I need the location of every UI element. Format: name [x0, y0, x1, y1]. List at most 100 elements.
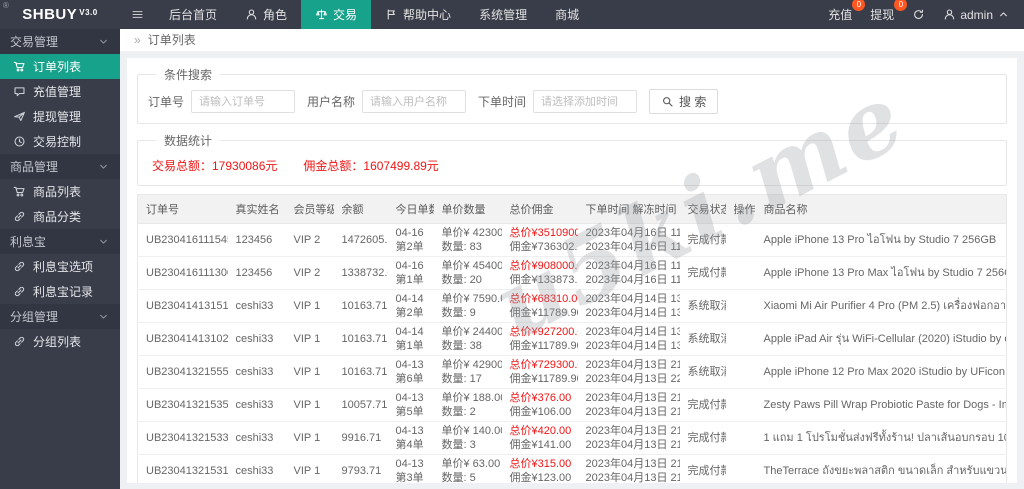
withdraw-link[interactable]: 提现 0 [870, 0, 908, 23]
total-commission-cell: 总价¥3510900.00佣金¥736302.62 [509, 227, 578, 253]
table-row: UB2304132155575248 ceshi33 VIP 1 10163.7… [137, 355, 1007, 389]
sidebar-group[interactable]: 交易管理 [0, 29, 120, 54]
sidebar-item[interactable]: 利息宝记录 [0, 279, 120, 304]
withdraw-label: 提现 [870, 8, 895, 22]
search-button[interactable]: 搜 索 [649, 89, 719, 114]
real-name-cell: 123456 [227, 256, 286, 290]
link-icon [13, 285, 26, 298]
status-cell: 完成付款 [679, 454, 726, 483]
unit-qty-cell: 单价¥ 42300.00数量: 83 [441, 227, 502, 253]
top-right-actions: 充值 0 提现 0 admin [828, 0, 1024, 29]
orders-table: 订单号 真实姓名 会员等级 余额 今日单数 单价数量 总价佣金 下单时间 解冻时… [137, 194, 1007, 483]
product-cell: Apple iPhone 13 Pro Max ไอโฟน by Studio … [755, 256, 1007, 290]
sidebar-item-label: 分组列表 [33, 335, 82, 349]
username-input[interactable] [362, 90, 467, 113]
times-cell: 2023年04月14日 13:15:162023年04月14日 13:17:05 [577, 289, 680, 323]
refresh-icon[interactable] [912, 8, 925, 21]
chevron-up-icon [997, 8, 1010, 21]
today-orders-cell: 04-14 第1单 [387, 322, 434, 356]
today-orders-cell: 04-13 第5单 [387, 388, 434, 422]
comment-icon [13, 85, 26, 98]
orders-table-header: 订单号 真实姓名 会员等级 余额 今日单数 单价数量 总价佣金 下单时间 解冻时… [137, 194, 1007, 224]
balance-cell: 9916.71 [333, 421, 388, 455]
top-nav-item-label: 系统管理 [479, 8, 528, 22]
unit-qty-cell: 单价¥ 140.00 数量: 3 [433, 421, 502, 455]
col-times: 下单时间 解冻时间 [577, 194, 680, 224]
order-no-input[interactable] [191, 90, 296, 113]
sidebar-group[interactable]: 利息宝 [0, 229, 120, 254]
top-nav-item-label: 交易 [333, 8, 358, 22]
hamburger-menu-icon[interactable] [120, 0, 155, 29]
user-icon [245, 8, 258, 21]
action-cell [725, 289, 756, 323]
level-cell: VIP 1 [285, 421, 334, 455]
action-cell [725, 256, 756, 290]
sidebar-item[interactable]: 交易控制 [0, 129, 120, 154]
sidebar-item[interactable]: 商品分类 [0, 204, 120, 229]
level-cell: VIP 1 [285, 322, 334, 356]
status-cell: 系统取消 [679, 289, 726, 323]
user-icon [943, 8, 956, 21]
username: admin [960, 7, 993, 22]
user-menu[interactable]: admin [943, 8, 1010, 22]
order-no-cell: UB2304161115454263 [146, 234, 228, 246]
top-nav-item[interactable]: 后台首页 [155, 0, 231, 29]
sidebar-item-label: 利息宝选项 [33, 260, 94, 274]
sidebar-item[interactable]: 提现管理 [0, 104, 120, 129]
breadcrumb: » 订单列表 [120, 29, 1024, 52]
times-cell: 2023年04月13日 21:53:552023年04月13日 21:54:59 [577, 388, 680, 422]
balance-cell: 10163.71 [333, 355, 388, 389]
unit-qty-cell: 单价¥ 45400.00数量: 20 [433, 256, 502, 290]
sidebar-item[interactable]: 充值管理 [0, 79, 120, 104]
product-cell: Apple iPhone 13 Pro ไอโฟน by Studio 7 25… [763, 234, 997, 246]
main-area: » 订单列表 条件搜索 订单号 用户名称 下单时间 [120, 29, 1024, 489]
scales-icon [315, 8, 328, 21]
table-row: UB2304132153198013 ceshi33 VIP 1 9793.71… [137, 454, 1007, 483]
table-row: UB2304161113004903 123456 VIP 2 1338732.… [137, 256, 1007, 290]
order-no-cell: UB2304132155575248 [137, 355, 228, 389]
col-level: 会员等级 [285, 194, 334, 224]
top-nav-item[interactable]: 系统管理 [465, 0, 541, 29]
real-name-cell: 123456 [235, 234, 273, 246]
top-nav-item[interactable]: 商城 [541, 0, 593, 29]
total-commission-cell: 总价¥376.00 佣金¥106.00 [501, 388, 578, 422]
today-orders-cell: 04-16 第1单 [387, 256, 434, 290]
search-icon [661, 95, 674, 108]
order-time-input[interactable] [533, 90, 638, 113]
trade-total: 交易总额：17930086元 [152, 159, 278, 173]
sidebar-group[interactable]: 商品管理 [0, 154, 120, 179]
breadcrumb-label: 订单列表 [147, 33, 196, 47]
username-label: 用户名称 [307, 95, 356, 109]
order-no-cell: UB2304141310225293 [137, 322, 228, 356]
stats-panel: 数据统计 交易总额：17930086元 佣金总额：1607499.89元 [137, 132, 1007, 186]
top-nav-item[interactable]: 帮助中心 [371, 0, 465, 29]
sidebar-item[interactable]: 分组列表 [0, 329, 120, 354]
sidebar-group-label: 交易管理 [10, 35, 59, 49]
search-panel: 条件搜索 订单号 用户名称 下单时间 [137, 66, 1007, 124]
order-no-cell: UB2304132153198013 [137, 454, 228, 483]
sidebar-item[interactable]: 利息宝选项 [0, 254, 120, 279]
logo-version: V3.0 [79, 8, 98, 17]
level-cell: VIP 1 [285, 454, 334, 483]
recharge-link[interactable]: 充值 0 [828, 0, 866, 23]
product-cell: Apple iPhone 12 Pro Max 2020 iStudio by … [755, 355, 1007, 389]
sidebar-item[interactable]: 订单列表 [0, 54, 120, 79]
withdraw-badge: 0 [894, 0, 908, 11]
balance-cell: 9793.71 [333, 454, 388, 483]
balance-cell: 1338732.04 [333, 256, 388, 290]
stats-line: 交易总额：17930086元 佣金总额：1607499.89元 [148, 155, 996, 176]
times-cell: 2023年04月13日 21:53:192023年04月13日 21:54:25 [577, 454, 680, 483]
top-nav-item[interactable]: 角色 [231, 0, 301, 29]
sidebar-group[interactable]: 分组管理 [0, 304, 120, 329]
real-name-cell: ceshi33 [227, 322, 286, 356]
top-nav-item[interactable]: 交易 [301, 0, 372, 29]
registered-mark: ® [3, 1, 9, 10]
balance-cell: 10163.71 [333, 289, 388, 323]
chevron-down-icon [97, 235, 110, 248]
col-balance: 余额 [333, 194, 388, 224]
table-row: UB2304141310225293 ceshi33 VIP 1 10163.7… [137, 322, 1007, 356]
sidebar-item-label: 商品列表 [33, 185, 82, 199]
sidebar-item[interactable]: 商品列表 [0, 179, 120, 204]
col-real-name: 真实姓名 [227, 194, 286, 224]
total-commission-cell: 总价¥927200.00佣金¥11789.90 [501, 322, 578, 356]
